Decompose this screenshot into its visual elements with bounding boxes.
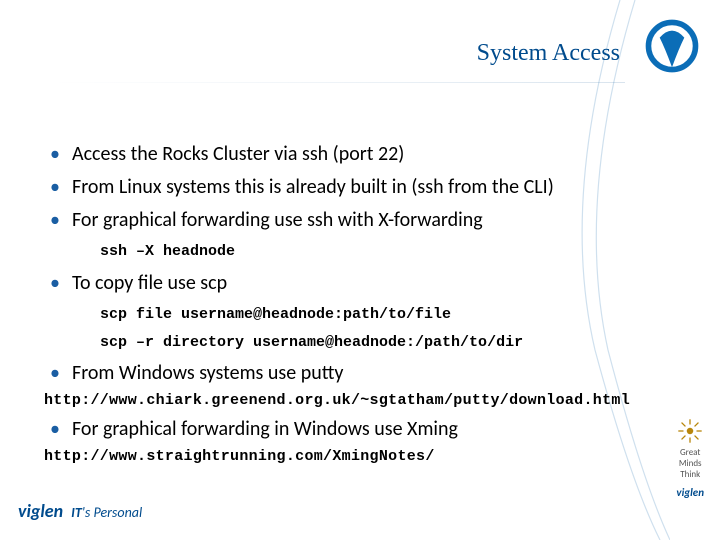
- page-title: System Access: [477, 40, 620, 67]
- footer-brand-tagline: IT's Personal: [71, 504, 142, 521]
- brand-logo-top: [644, 18, 700, 74]
- code-block: scp file username@headnode:path/to/file: [100, 304, 660, 326]
- bullet-text: For graphical forwarding in Windows use …: [72, 417, 458, 441]
- brand-word: Think: [676, 469, 704, 480]
- sun-icon: [677, 418, 703, 444]
- footer-brand-name: viglen: [18, 500, 63, 522]
- title-underline: [50, 82, 625, 83]
- url-text: http://www.chiark.greenend.org.uk/~sgtat…: [44, 392, 660, 409]
- bullet-item: For graphical forwarding in Windows use …: [44, 415, 660, 444]
- bullet-text: For graphical forwarding use ssh with X-…: [72, 208, 483, 232]
- brand-word: Minds: [676, 458, 704, 469]
- footer-tag-rest: 's Personal: [82, 504, 142, 521]
- code-block: ssh –X headnode: [100, 241, 660, 263]
- brand-side-logo: viglen: [676, 486, 704, 500]
- bullet-item: From Linux systems this is already built…: [44, 173, 660, 202]
- bullet-text: Access the Rocks Cluster via ssh (port 2…: [72, 142, 404, 166]
- bullet-text: From Linux systems this is already built…: [72, 175, 554, 199]
- content-area: Access the Rocks Cluster via ssh (port 2…: [44, 140, 660, 471]
- footer-tag-it: IT: [71, 504, 82, 521]
- code-block: scp –r directory username@headnode:/path…: [100, 332, 660, 354]
- bullet-text: From Windows systems use putty: [72, 361, 343, 385]
- bullet-text: To copy file use scp: [72, 271, 227, 295]
- bullet-item: From Windows systems use putty: [44, 359, 660, 388]
- slide: System Access Access the Rocks Cluster v…: [0, 0, 720, 540]
- bullet-list: Access the Rocks Cluster via ssh (port 2…: [44, 140, 660, 388]
- bullet-item: Access the Rocks Cluster via ssh (port 2…: [44, 140, 660, 169]
- brand-sidebar: Great Minds Think viglen: [676, 418, 704, 501]
- bullet-item: For graphical forwarding use ssh with X-…: [44, 206, 660, 263]
- bullet-list: For graphical forwarding in Windows use …: [44, 415, 660, 444]
- url-text: http://www.straightrunning.com/XmingNote…: [44, 448, 660, 465]
- footer-brand: viglen IT's Personal: [18, 500, 142, 522]
- bullet-item: To copy file use scp scp file username@h…: [44, 269, 660, 354]
- brand-word: Great: [676, 447, 704, 458]
